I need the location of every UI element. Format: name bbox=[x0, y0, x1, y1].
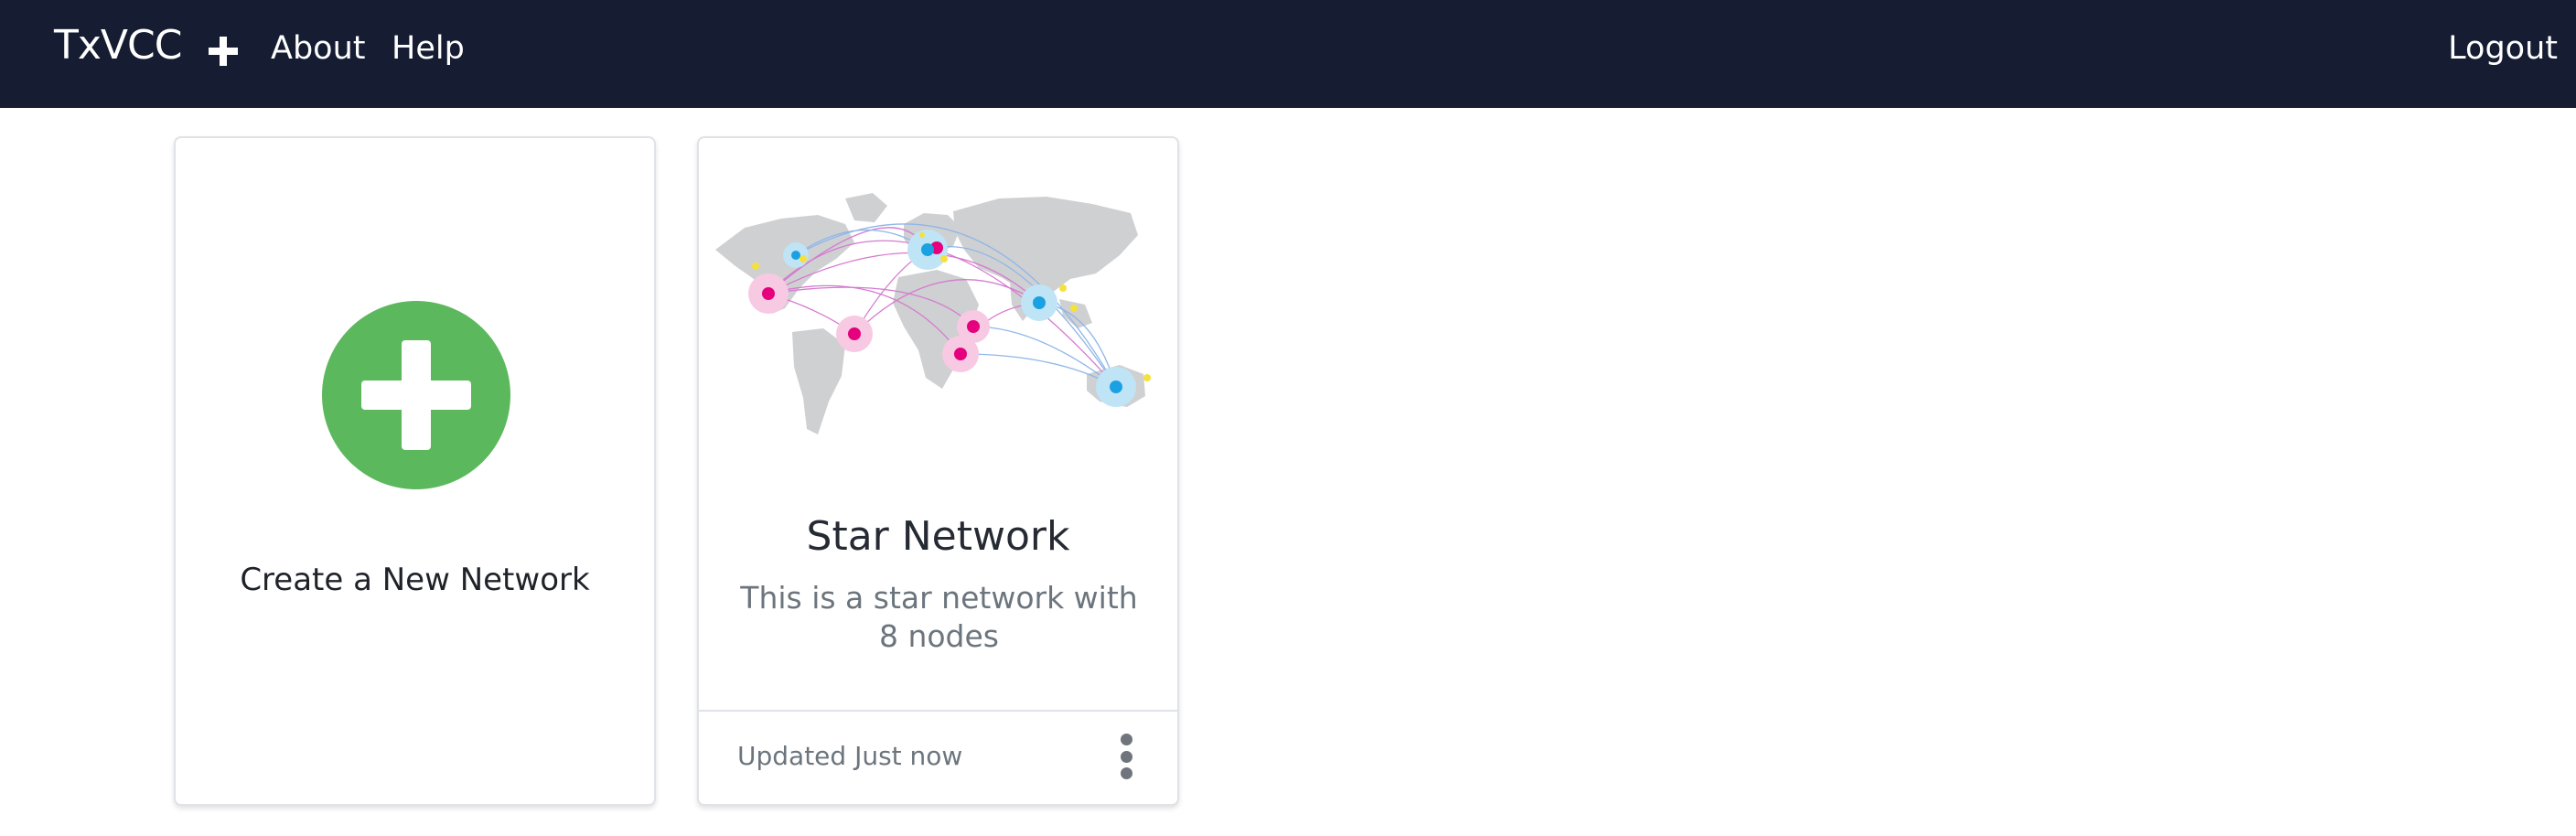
world-map-image bbox=[708, 171, 1170, 445]
create-network-label: Create a New Network bbox=[240, 562, 590, 598]
brand-logo[interactable]: TxVCC bbox=[54, 22, 182, 69]
kebab-menu-icon[interactable] bbox=[1115, 734, 1137, 779]
top-navbar: TxVCC About Help Logout bbox=[0, 0, 2576, 108]
logout-link[interactable]: Logout bbox=[2448, 30, 2558, 67]
card-footer: Updated Just now bbox=[699, 710, 1177, 804]
network-card[interactable]: Star Network This is a star network with… bbox=[697, 136, 1179, 806]
create-network-card[interactable]: Create a New Network bbox=[174, 136, 656, 806]
add-circle-icon[interactable] bbox=[322, 301, 510, 489]
plus-icon[interactable] bbox=[207, 35, 240, 68]
updated-timestamp: Updated Just now bbox=[737, 741, 963, 771]
network-title: Star Network bbox=[806, 513, 1070, 560]
network-description: This is a star network with 8 nodes bbox=[740, 580, 1138, 654]
nav-help-link[interactable]: Help bbox=[392, 30, 465, 67]
nav-about-link[interactable]: About bbox=[271, 30, 365, 67]
